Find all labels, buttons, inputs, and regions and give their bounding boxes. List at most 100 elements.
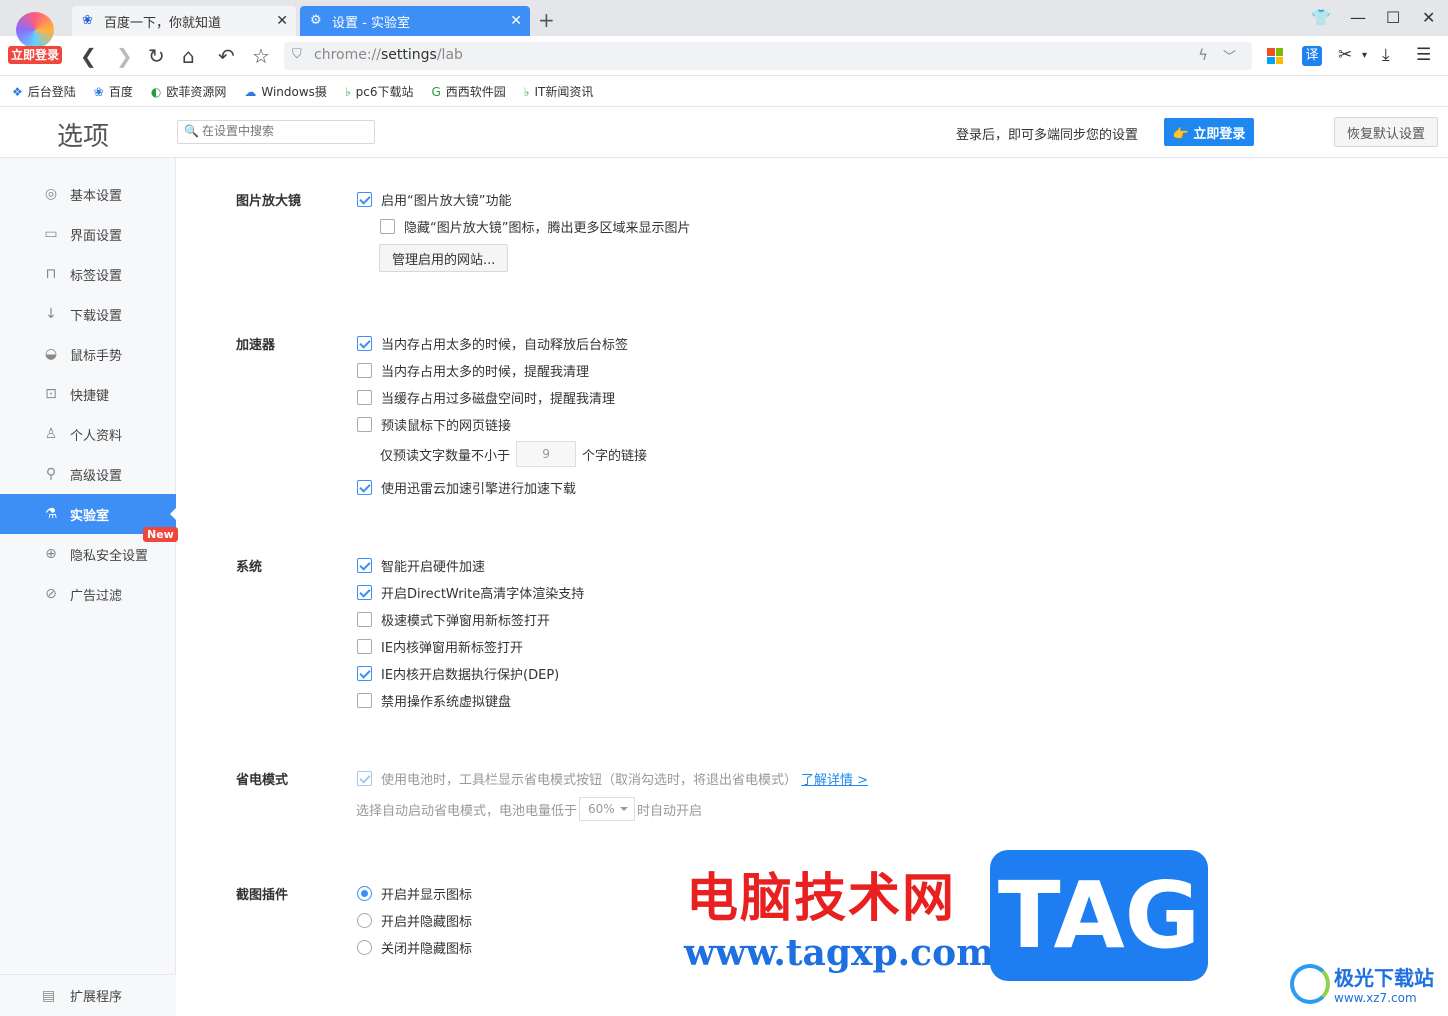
system-option-6[interactable]: 禁用操作系统虚拟键盘 xyxy=(357,691,511,710)
skin-icon[interactable]: 👕 xyxy=(1311,8,1331,27)
sidebar: ◎ 基本设置 ▭ 界面设置 ⊓ 标签设置 ↓ 下载设置 ◒ 鼠标手势 ⊡ 快捷键 ♙ 个人资料… xyxy=(0,158,176,1016)
window-icon: ▭ xyxy=(44,226,58,242)
sidebar-item-advanced[interactable]: ⚲ 高级设置 xyxy=(0,454,176,494)
screenshot-option-hide[interactable]: 开启并隐藏图标 xyxy=(357,911,472,930)
checkbox[interactable] xyxy=(357,693,372,708)
accelerator-option-1[interactable]: 当内存占用太多的时候，自动释放后台标签 xyxy=(357,334,628,353)
checkbox[interactable] xyxy=(357,390,372,405)
system-option-2[interactable]: 开启DirectWrite高清字体渲染支持 xyxy=(357,583,584,602)
system-option-3[interactable]: 极速模式下弹窗用新标签打开 xyxy=(357,610,550,629)
checkbox[interactable] xyxy=(357,363,372,378)
maximize-button[interactable]: ☐ xyxy=(1386,8,1400,27)
sidebar-item-basic[interactable]: ◎ 基本设置 xyxy=(0,174,176,214)
lightning-icon[interactable]: ϟ xyxy=(1198,46,1208,64)
accelerator-option-4[interactable]: 预读鼠标下的网页链接 xyxy=(357,415,511,434)
bookmark-item[interactable]: ◐ 欧菲资源网 xyxy=(151,83,227,100)
checkbox[interactable] xyxy=(357,639,372,654)
address-bar[interactable]: ⛉ chrome://settings/lab ϟ ﹀ xyxy=(284,42,1252,70)
mouse-icon: ◒ xyxy=(44,346,58,362)
checkbox[interactable] xyxy=(357,417,372,432)
chevron-down-icon[interactable]: ▾ xyxy=(1362,50,1367,61)
checkbox[interactable] xyxy=(357,585,372,600)
battery-threshold-select[interactable]: 60% xyxy=(579,797,636,821)
restore-defaults-button[interactable]: 恢复默认设置 xyxy=(1334,117,1438,147)
sidebar-item-download[interactable]: ↓ 下载设置 xyxy=(0,294,176,334)
radio[interactable] xyxy=(357,913,372,928)
browser-logo[interactable]: 立即登录 xyxy=(8,12,62,66)
forward-icon[interactable]: ❯ xyxy=(116,44,133,68)
accelerator-option-5[interactable]: 使用迅雷云加速引擎进行加速下载 xyxy=(357,478,576,497)
close-icon[interactable]: ✕ xyxy=(276,13,288,29)
sidebar-item-profile[interactable]: ♙ 个人资料 xyxy=(0,414,176,454)
close-window-button[interactable]: ✕ xyxy=(1422,8,1435,27)
close-icon[interactable]: ✕ xyxy=(510,13,522,29)
watermark-cn: 电脑技术网 xyxy=(686,868,957,929)
watermark-url: www.tagxp.com xyxy=(684,932,995,974)
prefetch-length-input[interactable]: 9 xyxy=(516,441,577,467)
system-option-5[interactable]: IE内核开启数据执行保护(DEP) xyxy=(357,664,559,683)
system-option-1[interactable]: 智能开启硬件加速 xyxy=(357,556,485,575)
sidebar-item-extensions[interactable]: ▤ 扩展程序 xyxy=(0,974,176,1016)
sidebar-item-tabs[interactable]: ⊓ 标签设置 xyxy=(0,254,176,294)
bookmark-item[interactable]: ♭ pc6下载站 xyxy=(345,83,414,100)
radio[interactable] xyxy=(357,940,372,955)
bookmark-item[interactable]: ❀ 百度 xyxy=(94,83,133,100)
power-saving-option[interactable]: 使用电池时，工具栏显示省电模式按钮（取消勾选时，将退出省电模式） 了解详情 > xyxy=(357,769,868,788)
manage-sites-button[interactable]: 管理启用的网站... xyxy=(379,244,509,272)
menu-icon[interactable]: ☰ xyxy=(1416,45,1431,65)
apps-icon[interactable] xyxy=(1267,48,1283,64)
back-icon[interactable]: ❮ xyxy=(80,44,97,68)
new-tab-button[interactable]: + xyxy=(538,8,555,32)
login-badge[interactable]: 立即登录 xyxy=(8,46,62,64)
chevron-down-icon[interactable]: ﹀ xyxy=(1223,46,1236,65)
search-box[interactable]: 🔍 xyxy=(177,120,375,144)
bookmark-item[interactable]: ♭ IT新闻资讯 xyxy=(524,83,594,100)
power-auto-suffix: 时自动开启 xyxy=(637,803,703,819)
wrench-icon: ⚲ xyxy=(45,466,57,482)
page-title: 选项 xyxy=(57,122,110,152)
tab-icon: ⊓ xyxy=(45,266,57,282)
minimize-button[interactable]: — xyxy=(1350,8,1366,27)
checkbox[interactable] xyxy=(357,666,372,681)
screenshot-option-show[interactable]: 开启并显示图标 xyxy=(357,884,472,903)
checkbox[interactable] xyxy=(357,480,372,495)
sidebar-item-interface[interactable]: ▭ 界面设置 xyxy=(0,214,176,254)
scissors-icon[interactable]: ✂ xyxy=(1338,45,1352,65)
search-input[interactable] xyxy=(202,124,370,138)
translate-icon[interactable]: 译 xyxy=(1302,46,1322,66)
screenshot-option-off[interactable]: 关闭并隐藏图标 xyxy=(357,938,472,957)
magnifier-enable-option[interactable]: 启用“图片放大镜”功能 xyxy=(357,190,511,209)
checkbox[interactable] xyxy=(357,612,372,627)
bookmark-icon: ◐ xyxy=(150,84,162,99)
sidebar-item-mouse[interactable]: ◒ 鼠标手势 xyxy=(0,334,176,374)
bookmark-item[interactable]: G 西西软件园 xyxy=(431,83,505,100)
sidebar-item-shortcuts[interactable]: ⊡ 快捷键 xyxy=(0,374,176,414)
sidebar-item-adblock[interactable]: ⊘ 广告过滤 xyxy=(0,574,176,614)
accelerator-option-2[interactable]: 当内存占用太多的时候，提醒我清理 xyxy=(357,361,589,380)
login-button[interactable]: 👉 立即登录 xyxy=(1164,118,1254,146)
shield-icon: ⛉ xyxy=(292,47,302,62)
checkbox[interactable] xyxy=(380,219,395,234)
download-icon[interactable]: ⤓ xyxy=(1382,45,1390,65)
learn-more-link[interactable]: 了解详情 > xyxy=(801,769,868,788)
checkbox[interactable] xyxy=(357,771,372,786)
checkbox[interactable] xyxy=(357,192,372,207)
star-icon[interactable]: ☆ xyxy=(252,44,270,68)
magnifier-hide-icon-option[interactable]: 隐藏“图片放大镜”图标，腾出更多区域来显示图片 xyxy=(380,217,690,236)
home-icon[interactable]: ⌂ xyxy=(182,44,195,68)
bookmark-item[interactable]: ☁ Windows摄 xyxy=(244,83,327,100)
tab-settings-lab[interactable]: ⚙ 设置 - 实验室 ✕ xyxy=(300,6,530,36)
radio[interactable] xyxy=(357,886,372,901)
tab-strip: ❀ 百度一下，你就知道 ✕ ⚙ 设置 - 实验室 ✕ + 👕 — ☐ ✕ xyxy=(0,0,1448,36)
checkbox[interactable] xyxy=(357,558,372,573)
reload-icon[interactable]: ↻ xyxy=(148,44,165,68)
block-icon: ⊘ xyxy=(45,586,57,602)
tab-baidu[interactable]: ❀ 百度一下，你就知道 ✕ xyxy=(72,6,296,36)
url-text[interactable]: chrome://settings/lab xyxy=(314,47,463,63)
navigation-bar: ❮ ❯ ↻ ⌂ ↶ ☆ ⛉ chrome://settings/lab ϟ ﹀ … xyxy=(0,36,1448,76)
system-option-4[interactable]: IE内核弹窗用新标签打开 xyxy=(357,637,523,656)
accelerator-option-3[interactable]: 当缓存占用过多磁盘空间时，提醒我清理 xyxy=(357,388,615,407)
checkbox[interactable] xyxy=(357,336,372,351)
undo-close-icon[interactable]: ↶ xyxy=(218,44,235,68)
bookmark-item[interactable]: ❖ 后台登陆 xyxy=(12,83,76,100)
